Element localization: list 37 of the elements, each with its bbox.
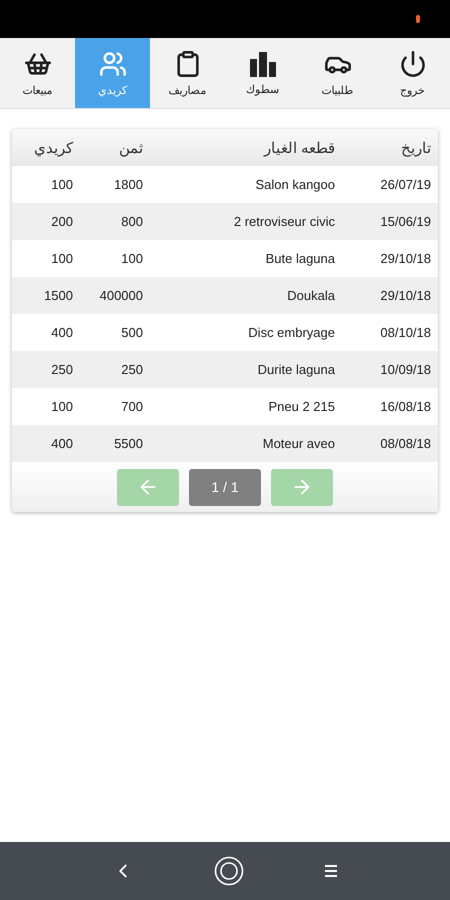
table-cell: 250 <box>12 351 80 388</box>
table-cell: 400 <box>12 425 80 462</box>
menu-icon[interactable] <box>324 864 338 878</box>
nav-tab[interactable]: مبيعات <box>0 38 75 108</box>
table-cell: 2 retroviseur civic <box>150 203 342 240</box>
tab-label: سطوك <box>246 82 279 96</box>
column-header: تاريخ <box>342 129 438 166</box>
column-header: ثمن <box>80 129 150 166</box>
tab-label: خروج <box>400 84 425 96</box>
table-cell: 400000 <box>80 277 150 314</box>
table-cell: Moteur aveo <box>150 425 342 462</box>
table-cell: 1500 <box>12 277 80 314</box>
home-icon[interactable] <box>214 856 244 886</box>
table-cell: 08/08/18 <box>342 425 438 462</box>
tab-label: كريدي <box>98 84 127 96</box>
column-header: قطعه الغيار <box>150 129 342 166</box>
bar-chart-icon <box>248 50 278 76</box>
power-icon <box>398 50 426 78</box>
page-indicator: 1 / 1 <box>189 468 261 506</box>
table-cell: 200 <box>12 203 80 240</box>
tab-label: طلبيات <box>322 84 354 96</box>
table-cell: 15/06/19 <box>342 203 438 240</box>
table-cell: Durite laguna <box>150 351 342 388</box>
tab-label: مبيعات <box>22 84 52 96</box>
nav-tab[interactable]: طلبيات <box>300 38 375 108</box>
table-cell: 5500 <box>80 425 150 462</box>
table-cell: 10/09/18 <box>342 351 438 388</box>
table-cell: 29/10/18 <box>342 277 438 314</box>
nav-tab[interactable]: سطوك <box>225 38 300 108</box>
table-cell: 800 <box>80 203 150 240</box>
table-cell: 250 <box>80 351 150 388</box>
table-cell: Doukala <box>150 277 342 314</box>
tab-label: مصاريف <box>168 84 206 96</box>
nav-tab[interactable]: مصاريف <box>150 38 225 108</box>
nav-tab[interactable]: خروج <box>375 38 450 108</box>
column-header: كريدي <box>12 129 80 166</box>
users-icon <box>98 50 126 78</box>
